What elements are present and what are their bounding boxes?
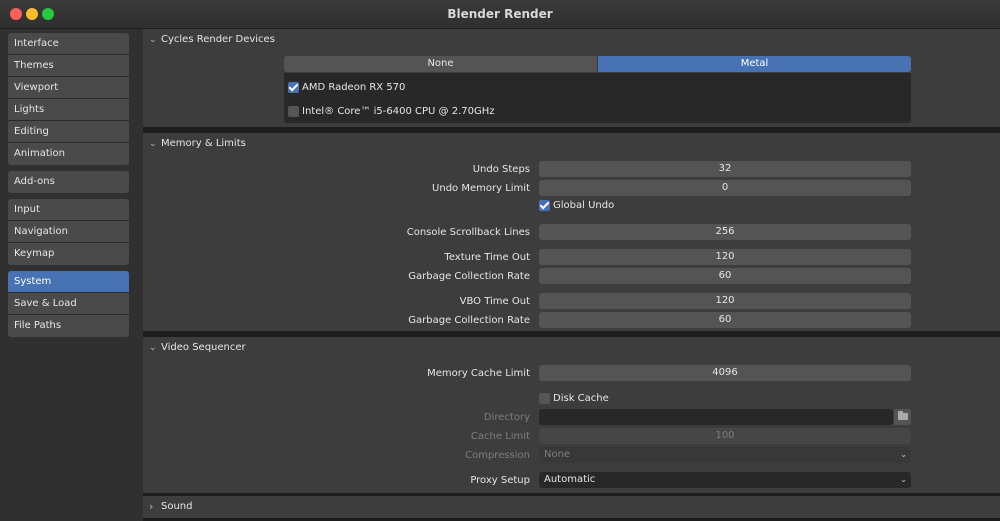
device-amd-checkbox[interactable] [288,82,299,93]
disk-cache-label: Disk Cache [553,393,609,404]
title-bar: Blender Render [0,0,1000,29]
sequencer-panel-header[interactable]: ⌄ Video Sequencer [143,337,1000,359]
disk-cache-checkbox[interactable] [539,393,550,404]
cache-limit-label: Cache Limit [470,431,530,442]
chevron-down-icon: ⌄ [900,475,907,484]
memory-limits-panel: ⌄ Memory & Limits Undo Steps 32 Undo Mem… [143,133,1000,331]
global-undo-label: Global Undo [553,200,615,211]
compression-select[interactable]: None ⌄ [539,447,911,463]
chevron-down-icon: ⌄ [900,450,907,459]
proxy-setup-value: Automatic [544,474,596,485]
sidebar-item-keymap[interactable]: Keymap [8,243,129,265]
sidebar-item-addons[interactable]: Add-ons [8,171,129,193]
texture-timeout-label: Texture Time Out [444,252,530,263]
texture-timeout-field[interactable]: 120 [539,249,911,265]
device-intel-label: Intel® Core™ i5-6400 CPU @ 2.70GHz [302,106,495,117]
console-scrollback-field[interactable]: 256 [539,224,911,240]
cycles-panel-header[interactable]: ⌄ Cycles Render Devices [143,29,1000,51]
video-sequencer-panel: ⌄ Video Sequencer Memory Cache Limit 409… [143,337,1000,493]
nav-group-input: Input Navigation Keymap [8,199,129,265]
tab-none[interactable]: None [284,56,597,72]
cache-limit-field[interactable]: 100 [539,428,911,444]
directory-field[interactable] [539,409,893,425]
preferences-main-area: ⌄ Cycles Render Devices None Metal AMD R… [143,29,1000,521]
directory-label: Directory [483,412,530,423]
preferences-sidebar: Interface Themes Viewport Lights Editing… [0,29,138,521]
gc-rate2-label: Garbage Collection Rate [408,315,530,326]
undo-steps-field[interactable]: 32 [539,161,911,177]
chevron-down-icon: ⌄ [149,35,157,45]
undo-memory-label: Undo Memory Limit [432,183,530,194]
sidebar-item-input[interactable]: Input [8,199,129,221]
sidebar-item-viewport[interactable]: Viewport [8,77,129,99]
sidebar-item-themes[interactable]: Themes [8,55,129,77]
sound-panel: › Sound [143,496,1000,518]
device-amd-label: AMD Radeon RX 570 [302,82,406,93]
chevron-down-icon: ⌄ [149,343,157,353]
cycles-panel-title: Cycles Render Devices [161,34,275,45]
nav-group-ui: Interface Themes Viewport Lights Editing… [8,33,129,165]
sidebar-item-file-paths[interactable]: File Paths [8,315,129,337]
memory-cache-label: Memory Cache Limit [427,368,530,379]
nav-group-addons: Add-ons [8,171,129,193]
sidebar-item-lights[interactable]: Lights [8,99,129,121]
sidebar-item-interface[interactable]: Interface [8,33,129,55]
sound-panel-title: Sound [161,501,193,512]
vbo-timeout-label: VBO Time Out [459,296,530,307]
gc-rate2-field[interactable]: 60 [539,312,911,328]
chevron-down-icon: ⌄ [149,139,157,149]
memory-cache-field[interactable]: 4096 [539,365,911,381]
tab-metal[interactable]: Metal [598,56,911,72]
sidebar-item-save-load[interactable]: Save & Load [8,293,129,315]
nav-group-system: System Save & Load File Paths [8,271,129,337]
chevron-right-icon: › [149,500,154,513]
proxy-setup-select[interactable]: Automatic ⌄ [539,472,911,488]
sound-panel-header[interactable]: › Sound [143,496,1000,518]
sidebar-item-editing[interactable]: Editing [8,121,129,143]
sidebar-item-navigation[interactable]: Navigation [8,221,129,243]
device-list: AMD Radeon RX 570 Intel® Core™ i5-6400 C… [284,73,911,123]
gc-rate-label: Garbage Collection Rate [408,271,530,282]
compression-value: None [544,449,571,460]
undo-memory-field[interactable]: 0 [539,180,911,196]
window-title: Blender Render [447,7,553,21]
proxy-setup-label: Proxy Setup [470,475,530,486]
console-scrollback-label: Console Scrollback Lines [406,227,530,238]
sidebar-item-animation[interactable]: Animation [8,143,129,165]
vbo-timeout-field[interactable]: 120 [539,293,911,309]
gc-rate-field[interactable]: 60 [539,268,911,284]
sequencer-panel-title: Video Sequencer [161,342,246,353]
compute-device-tabs: None Metal [284,56,911,72]
cycles-devices-panel: ⌄ Cycles Render Devices None Metal AMD R… [143,29,1000,127]
undo-steps-label: Undo Steps [472,164,530,175]
compression-label: Compression [465,450,530,461]
memory-panel-header[interactable]: ⌄ Memory & Limits [143,133,1000,155]
sidebar-item-system[interactable]: System [8,271,129,293]
memory-panel-title: Memory & Limits [161,138,246,149]
folder-icon[interactable] [894,409,911,425]
device-intel-checkbox[interactable] [288,106,299,117]
global-undo-checkbox[interactable] [539,200,550,211]
